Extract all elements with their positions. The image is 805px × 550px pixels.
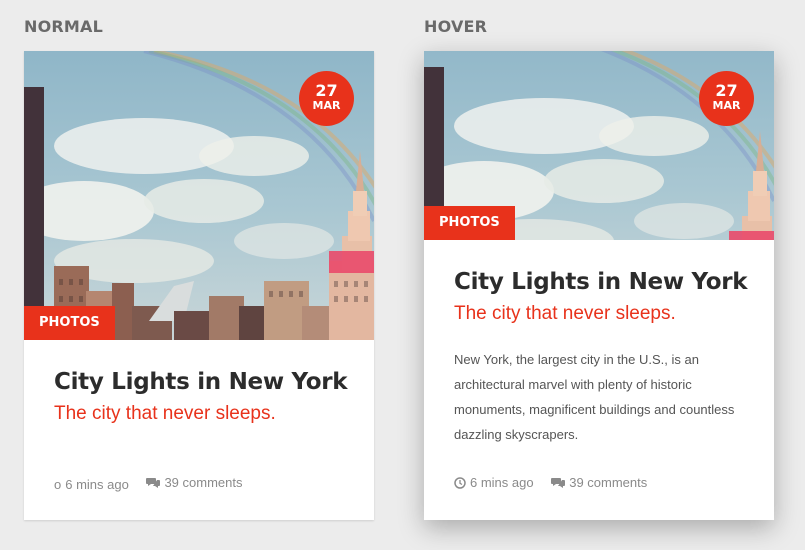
post-subtitle: The city that never sleeps. (54, 403, 276, 424)
post-card-normal[interactable]: 27 MAR PHOTOS City Lights in New York Th… (24, 51, 374, 520)
time-ago-text: 6 mins ago (65, 476, 129, 492)
post-time: 6 mins ago (454, 475, 534, 490)
post-content: City Lights in New York The city that ne… (454, 267, 754, 447)
comments-icon (551, 477, 566, 489)
post-card-hover[interactable]: 27 MAR PHOTOS City Lights in New York Th… (424, 51, 774, 520)
post-title[interactable]: City Lights in New York (54, 367, 354, 397)
date-badge: 27 MAR (299, 71, 354, 126)
post-comments[interactable]: 39 comments (146, 475, 243, 490)
category-tag[interactable]: PHOTOS (424, 206, 515, 240)
comments-count-text: 39 comments (569, 475, 648, 490)
clock-icon: o (54, 476, 62, 492)
post-title[interactable]: City Lights in New York (454, 267, 754, 297)
post-content: City Lights in New York The city that ne… (54, 367, 354, 427)
date-month: MAR (312, 99, 341, 112)
date-badge: 27 MAR (699, 71, 754, 126)
post-comments[interactable]: 39 comments (551, 475, 647, 490)
section-label-normal: NORMAL (24, 17, 104, 36)
comments-count-text: 39 comments (164, 475, 243, 490)
category-tag[interactable]: PHOTOS (24, 306, 115, 340)
post-time: o 6 mins ago (54, 477, 129, 492)
clock-icon (454, 476, 466, 489)
post-meta: 6 mins ago 39 comments (454, 475, 661, 492)
time-ago-text: 6 mins ago (470, 475, 534, 490)
post-description: New York, the largest city in the U.S., … (454, 352, 735, 442)
post-meta: o 6 mins ago 39 comments (54, 475, 257, 492)
date-month: MAR (712, 99, 741, 112)
comments-icon (146, 477, 161, 489)
date-day: 27 (315, 81, 338, 100)
date-day: 27 (715, 81, 738, 100)
section-label-hover: HOVER (424, 17, 488, 36)
post-subtitle: The city that never sleeps. (454, 303, 676, 324)
